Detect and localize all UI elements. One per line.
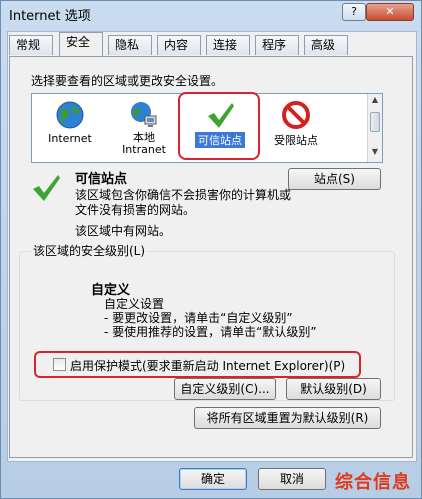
window-title: Internet 选项 [9,9,91,24]
zone-prompt: 选择要查看的区域或更改安全设置。 [31,74,224,88]
tab-programs[interactable]: 程序 [255,35,299,55]
internet-options-window: Internet 选项 ? ✕ 常规 安全 隐私 内容 连接 程序 高级 选择要… [0,0,422,499]
tab-connections[interactable]: 连接 [206,35,250,55]
zone-intranet-label-line2: Intranet [122,143,166,156]
no-entry-icon [281,100,311,130]
zone-local-intranet[interactable]: 本地 Intranet [106,94,182,156]
protected-mode-checkbox[interactable] [53,358,66,371]
scroll-thumb[interactable] [370,112,380,132]
tab-content[interactable]: 内容 [157,35,201,55]
cancel-button[interactable]: 取消 [258,468,326,490]
selected-zone-desc-line2: 文件没有损害的网站。 [75,203,196,217]
trusted-zone-highlight [178,92,260,160]
scroll-down-icon[interactable]: ▼ [369,147,381,161]
ok-button[interactable]: 确定 [179,468,247,490]
tab-security[interactable]: 安全 [59,32,103,56]
help-button[interactable]: ? [342,3,366,21]
title-bar: Internet 选项 ? ✕ [1,1,421,25]
watermark-text: 综合信息 [335,472,411,493]
selected-zone-title: 可信站点 [75,172,128,187]
tab-advanced[interactable]: 高级 [304,35,348,55]
zone-list: Internet 本地 Intranet 可信站点 受限站点 ▲ ▼ [31,92,383,163]
trusted-zone-large-checkmark-icon [31,173,61,206]
close-button[interactable]: ✕ [366,3,414,21]
security-level-label: 该区域的安全级别(L) [31,242,148,259]
zone-list-scrollbar[interactable]: ▲ ▼ [367,94,382,162]
custom-line-3: - 要使用推荐的设置，请单击“默认级别” [104,325,317,339]
tab-general[interactable]: 常规 [9,35,53,55]
intranet-icon [129,100,159,130]
scroll-up-icon[interactable]: ▲ [369,95,381,109]
tab-privacy[interactable]: 隐私 [108,35,152,55]
reset-all-zones-button[interactable]: 将所有区域重置为默认级别(R) [194,407,381,429]
protected-mode-label[interactable]: 启用保护模式(要求重新启动 Internet Explorer)(P) [70,357,345,374]
zone-internet-label: Internet [48,132,92,145]
custom-level-button[interactable]: 自定义级别(C)... [174,378,276,400]
zone-restricted-label: 受限站点 [274,134,318,147]
zone-internet[interactable]: Internet [32,94,108,145]
sites-button[interactable]: 站点(S) [288,168,381,190]
default-level-button[interactable]: 默认级别(D) [286,378,381,400]
zone-restricted-sites[interactable]: 受限站点 [258,94,334,148]
globe-icon [55,100,85,130]
zone-sites-note: 该区域中有网站。 [75,224,172,238]
